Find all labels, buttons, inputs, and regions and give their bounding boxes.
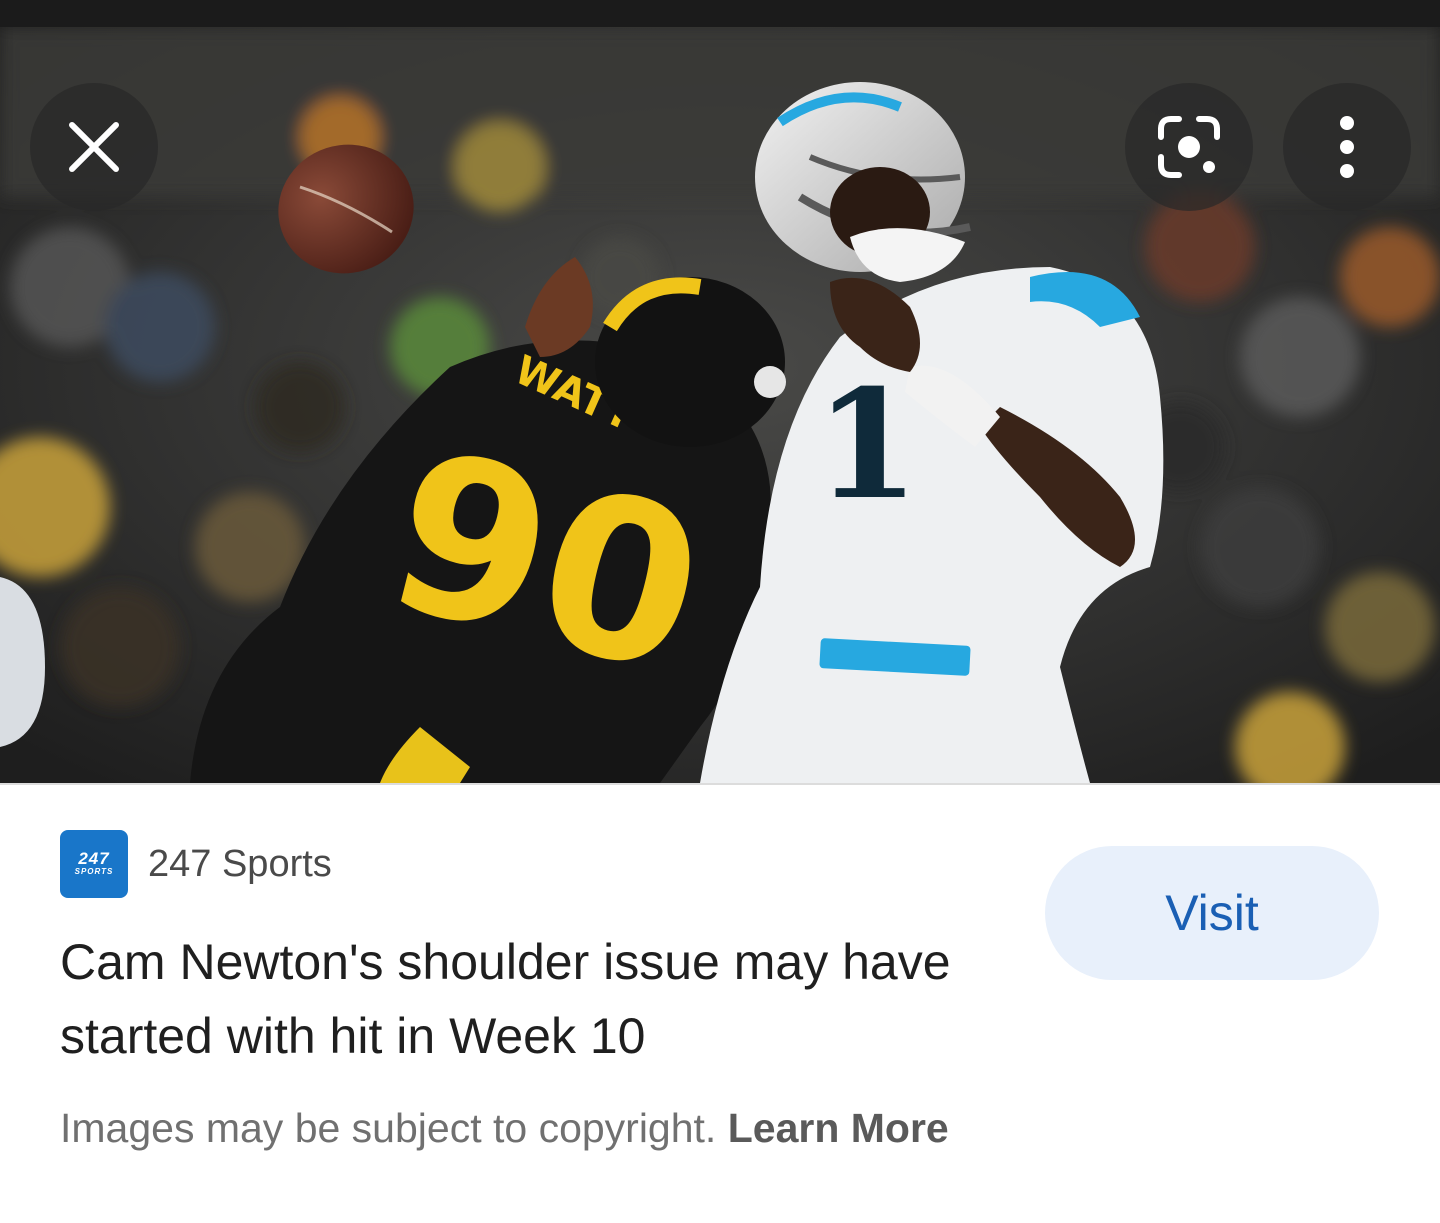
lens-icon <box>1158 116 1220 178</box>
copyright-text: Images may be subject to copyright. <box>60 1105 717 1151</box>
source-name: 247 Sports <box>148 842 332 885</box>
source-row[interactable]: 247 SPORTS 247 Sports <box>60 830 332 898</box>
jersey-number-1: 1 <box>815 357 919 533</box>
source-logo-subtext: SPORTS <box>74 867 114 876</box>
source-logo: 247 SPORTS <box>60 830 128 898</box>
result-headline[interactable]: Cam Newton's shoulder issue may have sta… <box>60 925 980 1073</box>
status-strip <box>0 0 1440 27</box>
more-vert-icon <box>1340 116 1354 178</box>
more-options-button[interactable] <box>1283 83 1411 211</box>
image-preview[interactable]: 90 WATT 1 <box>0 27 1440 783</box>
divider <box>0 783 1440 785</box>
copyright-notice: Images may be subject to copyright. Lear… <box>60 1105 949 1152</box>
source-logo-text: 247 <box>78 849 110 868</box>
lens-search-button[interactable] <box>1125 83 1253 211</box>
close-icon <box>69 122 119 172</box>
close-button[interactable] <box>30 83 158 211</box>
learn-more-link[interactable]: Learn More <box>728 1105 949 1151</box>
visit-button[interactable]: Visit <box>1045 846 1379 980</box>
